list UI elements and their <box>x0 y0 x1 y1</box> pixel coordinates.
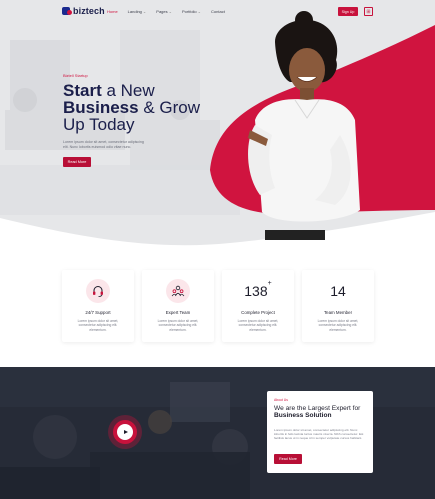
menu-label: Landing <box>127 9 142 14</box>
sign-up-button[interactable]: Sign Up <box>338 7 358 16</box>
menu-item-landing[interactable]: Landing ⌄ <box>128 9 147 14</box>
about-card: About Us We are the Largest Expert for B… <box>267 391 373 473</box>
menu-item-home[interactable]: Home <box>107 9 118 14</box>
hero-eyebrow: Biztell Startup <box>63 73 88 78</box>
feature-card: 138+ Complete Project Lorem ipsum dolor … <box>222 270 294 342</box>
feature-card: Expert Team Lorem ipsum dolor sit amet, … <box>142 270 214 342</box>
stat-suffix: + <box>267 280 272 288</box>
hero-section: biztech Home Landing ⌄ Pages ⌄ Portfolio ⌄ … <box>0 0 435 262</box>
card-title: 24/7 Support <box>85 310 111 315</box>
menu-label: Pages <box>156 9 168 14</box>
chevron-down-icon: ⌄ <box>168 9 172 14</box>
menu-item-portfolio[interactable]: Portfolio ⌄ <box>182 9 201 14</box>
feature-cards: 24/7 Support Lorem ipsum dolor sit amet,… <box>62 270 374 342</box>
card-description: Lorem ipsum dolor sit amet, consectetur … <box>77 319 119 332</box>
feature-card: 24/7 Support Lorem ipsum dolor sit amet,… <box>62 270 134 342</box>
menu-label: Contact <box>211 9 225 14</box>
about-eyebrow: About Us <box>274 398 288 402</box>
about-title-line: Business Solution <box>274 412 332 420</box>
stat-value: 138 <box>244 283 268 299</box>
play-triangle <box>123 430 128 434</box>
hero-read-more-button[interactable]: Read More <box>63 157 91 167</box>
chevron-down-icon: ⌄ <box>142 9 147 14</box>
card-title: Team Member <box>323 310 353 315</box>
stat-number: 138+ <box>222 280 294 299</box>
about-read-more-button[interactable]: Read More <box>274 454 302 464</box>
play-video-button[interactable] <box>113 420 137 444</box>
stat-value: 14 <box>330 283 346 299</box>
hero-headline: Start a New Business & Grow Up Today <box>63 82 213 133</box>
about-title: We are the Largest Expert for Business S… <box>274 405 369 420</box>
stat-number: 14 <box>302 283 374 299</box>
about-description: Lorem ipsum dolor sit amet, consectetur … <box>274 428 364 441</box>
headset-icon <box>86 279 110 303</box>
card-title: Complete Project <box>241 310 275 315</box>
card-title: Expert Team <box>165 310 191 315</box>
logo-mark-icon <box>62 7 72 15</box>
card-description: Lorem ipsum dolor sit amet, consectetur … <box>157 319 199 332</box>
hero-description: Lorem ipsum dolor sit amet, consectetur … <box>63 140 144 149</box>
feature-card: 14 Team Member Lorem ipsum dolor sit ame… <box>302 270 374 342</box>
play-icon <box>117 424 133 440</box>
chevron-down-icon: ⌄ <box>197 9 202 14</box>
menu-label: Portfolio <box>181 9 197 14</box>
team-icon <box>166 279 190 303</box>
logo-text: biztech <box>73 6 105 16</box>
menu-item-contact[interactable]: Contact <box>211 9 225 14</box>
main-menu: Home Landing ⌄ Pages ⌄ Portfolio ⌄ Contact <box>107 9 225 14</box>
about-title-line: We are the Largest Expert for <box>274 405 361 412</box>
grid-icon[interactable]: ⊞ <box>364 7 373 16</box>
menu-label: Home <box>107 9 118 14</box>
card-description: Lorem ipsum dolor sit amet, consectetur … <box>237 319 279 332</box>
menu-item-pages[interactable]: Pages ⌄ <box>156 9 172 14</box>
brand-logo[interactable]: biztech <box>62 6 105 16</box>
card-description: Lorem ipsum dolor sit amet, consectetur … <box>317 319 359 332</box>
top-navigation: biztech Home Landing ⌄ Pages ⌄ Portfolio ⌄ … <box>0 0 435 24</box>
page: biztech Home Landing ⌄ Pages ⌄ Portfolio ⌄ … <box>0 0 435 499</box>
headline-word: Up Today <box>63 115 135 134</box>
headline-word: & Grow <box>138 98 200 117</box>
